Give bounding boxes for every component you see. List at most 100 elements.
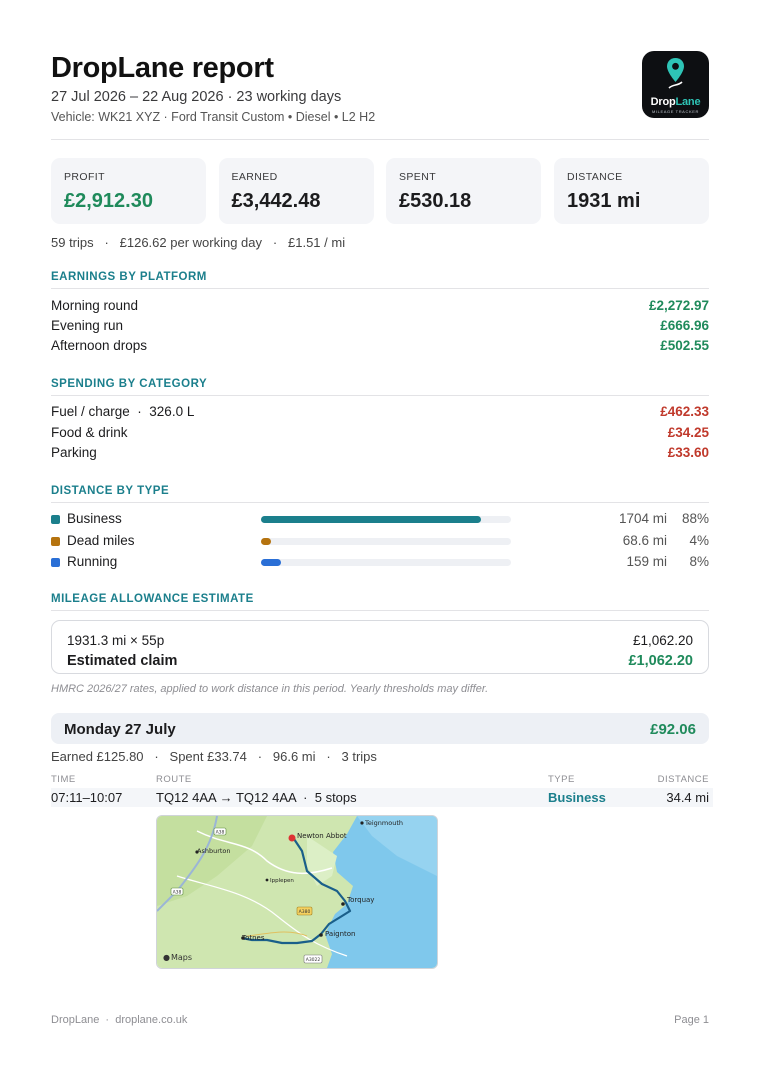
distance-label: Dead miles — [67, 533, 135, 548]
earnings-amount: £502.55 — [660, 338, 709, 353]
column-header-time: TIME — [51, 774, 76, 785]
distance-label: Running — [67, 554, 118, 569]
place-label: Teignmouth — [364, 819, 403, 827]
spending-row: Fuel / charge · 326.0 L £462.33 — [51, 404, 709, 422]
spending-label: Food & drink — [51, 425, 128, 440]
spending-amount: £34.25 — [667, 425, 709, 440]
distance-percent: 8% — [689, 554, 709, 569]
table-row: 07:11–10:07 TQ12 4AA → TQ12 4AA · 5 stop… — [51, 788, 713, 807]
trip-route: TQ12 4AA → TQ12 4AA · 5 stops — [156, 790, 357, 805]
mileage-calculation-amount: £1,062.20 — [632, 633, 693, 648]
card-value: £2,912.30 — [64, 190, 153, 212]
place-label: Totnes — [241, 934, 265, 942]
distance-bar-track — [261, 516, 511, 523]
earnings-label: Evening run — [51, 318, 124, 333]
place-label: Ipplepen — [270, 878, 294, 884]
distance-bar-fill — [261, 516, 481, 523]
earnings-row: Evening run £666.96 — [51, 318, 709, 336]
distance-value: 68.6 mi — [622, 533, 667, 548]
vehicle-info: Vehicle: WK21 XYZ · Ford Transit Custom … — [51, 110, 376, 124]
distance-percent: 4% — [689, 533, 709, 548]
place-label: Paignton — [325, 930, 356, 938]
earnings-label: Morning round — [51, 298, 139, 313]
distance-row: Dead miles 68.6 mi 4% — [51, 533, 709, 551]
map-attribution: Maps — [171, 953, 192, 962]
legend-swatch — [51, 558, 60, 567]
mileage-heading: MILEAGE ALLOWANCE ESTIMATE — [51, 593, 254, 605]
distance-bar-fill — [261, 559, 281, 566]
section-divider — [51, 288, 709, 289]
logo-tagline: MILEAGE TRACKER — [652, 109, 699, 114]
mileage-note: HMRC 2026/27 rates, applied to work dist… — [51, 683, 489, 695]
spending-amount: £33.60 — [667, 445, 709, 460]
earnings-row: Afternoon drops £502.55 — [51, 338, 709, 356]
card-label: EARNED — [231, 171, 278, 183]
distance-label: Business — [67, 511, 122, 526]
spent-card: SPENT £530.18 — [386, 158, 541, 224]
road-label: A38 — [216, 830, 225, 836]
road-label: A380 — [299, 909, 311, 915]
card-label: SPENT — [399, 171, 437, 183]
route-map: A38 A38 A380 A3022 Newton Abbot Teignmou… — [156, 815, 438, 969]
footer-brand: DropLane · droplane.co.uk — [51, 1014, 188, 1026]
header-divider — [51, 139, 709, 140]
spending-row: Parking £33.60 — [51, 445, 709, 463]
day-total: £92.06 — [650, 721, 696, 738]
report-title: DropLane report — [51, 52, 274, 84]
earnings-heading: EARNINGS BY PLATFORM — [51, 271, 207, 283]
distance-bar-fill — [261, 538, 271, 545]
logo-wordmark: DropLane — [650, 96, 701, 108]
spending-label: Parking — [51, 445, 97, 460]
column-header-route: ROUTE — [156, 774, 192, 785]
distance-row: Running 159 mi 8% — [51, 554, 709, 572]
map-pin-icon — [667, 58, 684, 89]
road-label: A38 — [173, 890, 182, 896]
day-header: Monday 27 July £92.06 — [51, 713, 709, 744]
column-header-distance: DISTANCE — [657, 774, 709, 785]
legend-swatch — [51, 537, 60, 546]
summary-cards: PROFIT £2,912.30 EARNED £3,442.48 SPENT … — [51, 158, 709, 224]
spending-row: Food & drink £34.25 — [51, 425, 709, 443]
road-label: A3022 — [306, 957, 321, 963]
summary-line: 59 trips · £126.62 per working day · £1.… — [51, 235, 346, 250]
trip-time: 07:11–10:07 — [51, 790, 123, 805]
mileage-calculation: 1931.3 mi × 55p — [67, 633, 165, 648]
estimated-claim-label: Estimated claim — [67, 653, 178, 669]
page-number: Page 1 — [674, 1014, 709, 1026]
day-summary: Earned £125.80 · Spent £33.74 · 96.6 mi … — [51, 749, 377, 764]
distance-bar-track — [261, 559, 511, 566]
earnings-row: Morning round £2,272.97 — [51, 298, 709, 316]
spending-label: Fuel / charge · 326.0 L — [51, 404, 195, 419]
place-label: Torquay — [346, 896, 374, 904]
place-label: Ashburton — [197, 847, 231, 855]
earnings-amount: £2,272.97 — [648, 298, 709, 313]
spending-amount: £462.33 — [660, 404, 709, 419]
trip-distance: 34.4 mi — [666, 790, 709, 805]
distance-row: Business 1704 mi 88% — [51, 511, 709, 529]
section-divider — [51, 610, 709, 611]
apple-logo-icon: ● — [163, 953, 170, 962]
card-label: DISTANCE — [567, 171, 623, 183]
profit-card: PROFIT £2,912.30 — [51, 158, 206, 224]
mileage-claim-box: 1931.3 mi × 55p £1,062.20 Estimated clai… — [51, 620, 709, 674]
distance-card: DISTANCE 1931 mi — [554, 158, 709, 224]
app-logo: DropLane MILEAGE TRACKER — [642, 51, 709, 118]
card-value: £530.18 — [399, 190, 472, 212]
estimated-claim-amount: £1,062.20 — [628, 653, 693, 669]
section-divider — [51, 395, 709, 396]
distance-heading: DISTANCE BY TYPE — [51, 485, 170, 497]
start-marker — [288, 834, 296, 842]
trip-type: Business — [548, 790, 606, 805]
column-header-type: TYPE — [548, 774, 575, 785]
earnings-amount: £666.96 — [660, 318, 709, 333]
card-value: £3,442.48 — [231, 190, 321, 212]
report-period: 27 Jul 2026 – 22 Aug 2026 · 23 working d… — [51, 89, 342, 105]
earned-card: EARNED £3,442.48 — [218, 158, 374, 224]
map-image: A38 A38 A380 A3022 Newton Abbot Teignmou… — [157, 816, 437, 968]
earnings-label: Afternoon drops — [51, 338, 148, 353]
distance-bar-track — [261, 538, 511, 545]
legend-swatch — [51, 515, 60, 524]
place-label: Newton Abbot — [297, 832, 347, 840]
spending-heading: SPENDING BY CATEGORY — [51, 378, 208, 390]
distance-percent: 88% — [681, 511, 709, 526]
